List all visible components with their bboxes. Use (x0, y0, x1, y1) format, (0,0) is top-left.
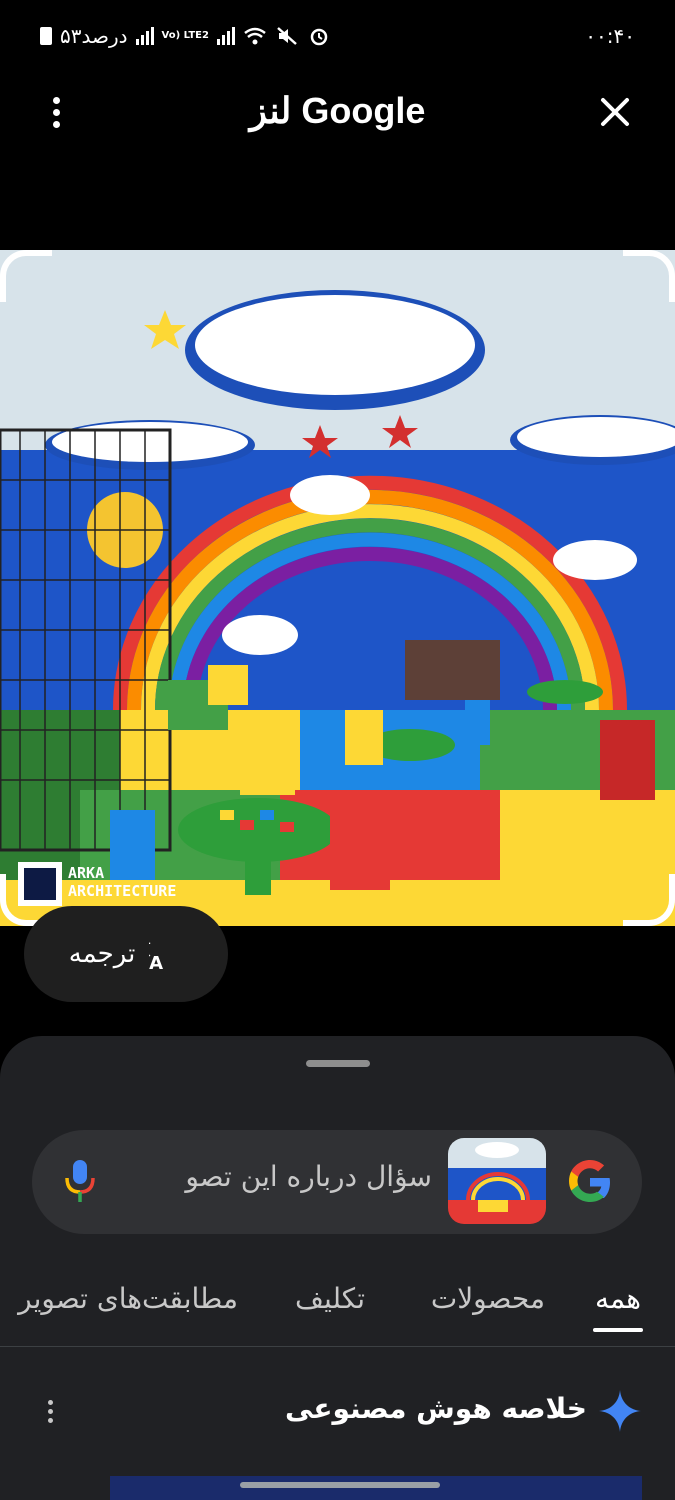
crop-handle-top-left[interactable] (0, 250, 52, 302)
crop-handle-top-right[interactable] (623, 250, 675, 302)
results-sheet: سؤال درباره این تصو همه محصولات تکلیف مط… (0, 1036, 675, 1500)
wifi-icon (244, 27, 266, 45)
ai-overview-more-icon[interactable] (44, 1400, 56, 1430)
playroom-image: ARKA ARCHITECTURE (0, 250, 675, 926)
tabs-divider (0, 1346, 675, 1347)
status-time: ۰۰:۴۰ (585, 24, 635, 48)
search-bar[interactable]: سؤال درباره این تصو (32, 1130, 642, 1234)
signal-icon (135, 27, 154, 45)
tab-visual-matches[interactable]: مطابقت‌های تصویر (18, 1282, 238, 1315)
svg-text:A: A (149, 953, 163, 971)
search-input[interactable]: سؤال درباره این تصو (132, 1160, 432, 1193)
ai-overview-preview[interactable] (110, 1476, 642, 1500)
tab-all[interactable]: همه (595, 1282, 641, 1315)
sparkle-icon (599, 1390, 641, 1432)
sheet-drag-handle[interactable] (306, 1060, 370, 1067)
lens-image[interactable]: ARKA ARCHITECTURE (0, 250, 675, 926)
scroll-indicator (240, 1482, 440, 1488)
result-tabs: همه محصولات تکلیف مطابقت‌های تصویر (0, 1276, 675, 1346)
tab-homework[interactable]: تکلیف (295, 1282, 365, 1315)
alarm-icon (310, 28, 328, 46)
close-icon[interactable] (595, 92, 635, 132)
battery-icon (40, 27, 52, 45)
status-left: ۵۳درصد Vo) LTE2 (40, 24, 331, 48)
translate-label: ترجمه (68, 939, 136, 969)
crop-handle-bottom-right[interactable] (623, 874, 675, 926)
network-label: Vo) LTE2 (161, 30, 209, 41)
watermark-line2: ARCHITECTURE (68, 882, 176, 900)
signal-icon-2 (216, 27, 235, 45)
page-title: لنز Google (249, 90, 426, 131)
ai-overview-title: خلاصه هوش مصنوعی (285, 1392, 587, 1425)
battery-text: ۵۳درصد (60, 24, 128, 48)
watermark-line1: ARKA (68, 864, 104, 882)
status-bar: ۵۳درصد Vo) LTE2 ۰۰:۴۰ (0, 0, 675, 72)
ai-overview-header: خلاصه هوش مصنوعی (0, 1386, 675, 1446)
tab-active-indicator (593, 1328, 643, 1332)
tab-products[interactable]: محصولات (431, 1282, 545, 1315)
mute-icon (277, 27, 297, 45)
google-logo-icon (569, 1160, 610, 1202)
query-thumbnail[interactable] (448, 1138, 546, 1224)
translate-icon: 文 A (149, 939, 163, 971)
translate-button[interactable]: 文 A ترجمه (24, 906, 228, 1002)
microphone-icon[interactable] (62, 1158, 98, 1204)
top-bar: لنز Google (0, 72, 675, 152)
